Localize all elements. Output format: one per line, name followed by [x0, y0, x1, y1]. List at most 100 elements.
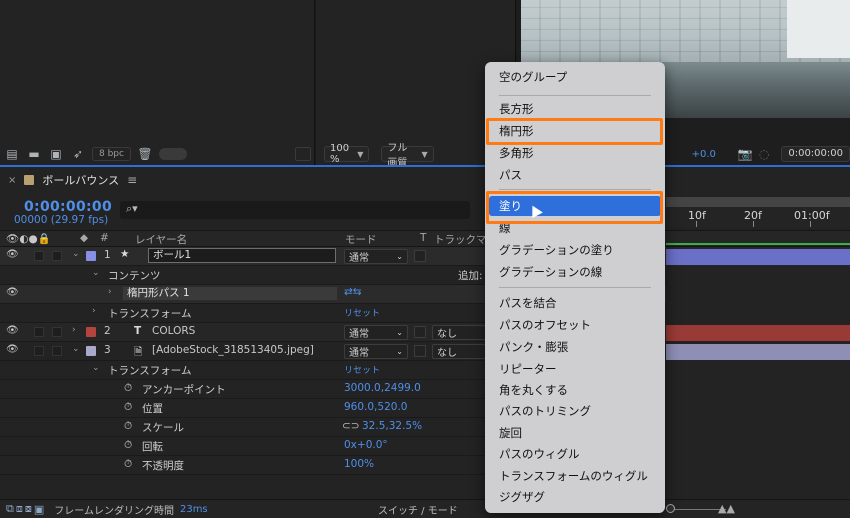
current-time-field[interactable]: 0:00:00:00 — [781, 146, 850, 162]
property-value[interactable]: 100% — [344, 458, 374, 470]
menu-item-wiggle-transform[interactable]: トランスフォームのウィグル — [485, 466, 665, 486]
layer-name-field[interactable]: ボール1 — [148, 248, 336, 263]
stopwatch-icon[interactable]: ⏱ — [124, 458, 132, 471]
chevron-down-icon[interactable]: ⌄ — [92, 363, 100, 373]
chevron-down-icon: ⌄ — [396, 347, 403, 356]
path-name-field[interactable]: 楕円形パス 1 — [122, 286, 338, 301]
zoom-select[interactable]: 100 % ▼ — [324, 143, 370, 165]
menu-item-repeater[interactable]: リピーター — [485, 359, 665, 379]
menu-item-rectangle[interactable]: 長方形 — [485, 99, 665, 119]
property-value[interactable]: 960.0,520.0 — [344, 401, 407, 413]
chevron-right-icon[interactable]: › — [108, 287, 112, 297]
property-value[interactable]: 32.5,32.5% — [362, 420, 422, 432]
preserve-transparency-switch[interactable] — [414, 326, 426, 338]
comp-flowchart-icon[interactable]: ⧉ — [6, 502, 14, 516]
lock-switch[interactable] — [52, 251, 62, 261]
resolution-select[interactable]: フル画質 ▼ — [381, 143, 434, 169]
layer-label-color[interactable] — [86, 346, 96, 356]
solo-switch[interactable] — [34, 327, 44, 337]
zoom-slider-handle[interactable] — [666, 504, 675, 513]
blend-mode-select[interactable]: 通常 ⌄ — [344, 325, 408, 340]
layer-duration-bar[interactable] — [666, 344, 850, 360]
layer-duration-bar[interactable] — [666, 325, 850, 341]
menu-item-polystar[interactable]: 多角形 — [485, 143, 665, 163]
lock-switch[interactable] — [52, 327, 62, 337]
eye-icon[interactable]: 👁 — [6, 325, 19, 336]
panel-menu-icon[interactable] — [295, 147, 311, 161]
snapshot-icon[interactable]: 📷 — [738, 147, 753, 161]
property-value[interactable]: 3000.0,2499.0 — [344, 382, 421, 394]
chevron-down-icon: ⌄ — [396, 328, 403, 337]
eye-icon[interactable]: 👁 — [6, 249, 19, 260]
menu-item-merge-paths[interactable]: パスを結合 — [485, 293, 665, 313]
menu-item-wiggle-paths[interactable]: パスのウィグル — [485, 444, 665, 464]
eye-icon[interactable]: 👁 — [6, 287, 19, 298]
menu-item-zig-zag[interactable]: ジグザグ — [485, 487, 665, 507]
current-timecode[interactable]: 0:00:00:00 — [24, 199, 112, 215]
trash-icon[interactable]: 🗑 — [137, 147, 153, 161]
chevron-down-icon[interactable]: ⌄ — [72, 249, 80, 259]
menu-item-empty-group[interactable]: 空のグループ — [485, 67, 665, 87]
menu-item-round-corners[interactable]: 角を丸くする — [485, 380, 665, 400]
constrain-proportions-icon[interactable]: ⊂⊃ — [342, 420, 360, 432]
preserve-transparency-switch[interactable] — [414, 345, 426, 357]
track-matte-select[interactable]: なし — [432, 344, 486, 359]
new-folder-icon[interactable]: ▬ — [26, 147, 42, 161]
add-label[interactable]: 追加: — [458, 268, 483, 283]
toggle-switches-modes-button[interactable]: スイッチ / モード — [378, 502, 458, 517]
column-mode[interactable]: モード — [345, 232, 377, 247]
preserve-transparency-switch[interactable] — [414, 250, 426, 262]
layer-name[interactable]: [AdobeStock_318513405.jpeg] — [152, 344, 314, 356]
exposure-value[interactable]: +0.0 — [692, 149, 716, 160]
chevron-right-icon[interactable]: › — [72, 325, 76, 335]
stopwatch-icon[interactable]: ⏱ — [124, 420, 132, 433]
menu-item-pucker-bloat[interactable]: パンク・膨張 — [485, 337, 665, 357]
menu-item-trim-paths[interactable]: パスのトリミング — [485, 401, 665, 421]
chevron-right-icon[interactable]: › — [92, 306, 96, 316]
stopwatch-icon[interactable]: ⏱ — [124, 382, 132, 395]
solo-switch[interactable] — [34, 346, 44, 356]
solo-switch[interactable] — [34, 251, 44, 261]
menu-item-path[interactable]: パス — [485, 165, 665, 185]
blend-mode-select[interactable]: 通常 ⌄ — [344, 344, 408, 359]
flowchart-toggle[interactable] — [158, 148, 187, 160]
property-value[interactable]: 0x+0.0° — [344, 439, 388, 451]
layer-search-input[interactable]: ⌕▾ — [120, 201, 470, 219]
chevron-down-icon[interactable]: ⌄ — [72, 344, 80, 354]
show-snapshot-icon[interactable]: ◌ — [759, 147, 769, 161]
bit-depth-button[interactable]: 8 bpc — [92, 147, 131, 161]
reset-link[interactable]: リセット — [344, 306, 380, 319]
layer-duration-bar[interactable] — [666, 249, 850, 265]
time-ruler[interactable]: 10f 20f 01:00f — [666, 197, 850, 227]
interpret-footage-icon[interactable]: ▤ — [4, 147, 20, 161]
menu-item-gradient-stroke[interactable]: グラデーションの線 — [485, 262, 665, 282]
transfer-controls-icon[interactable]: ⧇ — [25, 502, 32, 516]
close-icon[interactable]: × — [8, 175, 16, 186]
layer-label-color[interactable] — [86, 251, 96, 261]
new-composition-icon[interactable]: ▣ — [48, 147, 64, 161]
reset-link[interactable]: リセット — [344, 363, 380, 376]
label-icon[interactable]: ◆ — [80, 232, 88, 244]
work-area-bar[interactable] — [666, 197, 850, 207]
layer-switches-icon[interactable]: ⧈ — [16, 502, 23, 516]
timing-icon[interactable]: ▣ — [34, 503, 44, 516]
column-layer-name[interactable]: レイヤー名 — [135, 232, 187, 247]
composition-tab-title[interactable]: ボールバウンス — [42, 172, 119, 188]
blend-mode-select[interactable]: 通常 ⌄ — [344, 249, 408, 264]
av-switches-icon[interactable]: 👁◐●🔒 — [6, 232, 51, 245]
chevron-down-icon[interactable]: ⌄ — [92, 268, 100, 278]
panel-menu-icon[interactable]: ≡ — [127, 173, 137, 187]
stopwatch-icon[interactable]: ⏱ — [124, 439, 132, 452]
track-matte-select[interactable]: なし — [432, 325, 486, 340]
eye-icon[interactable]: 👁 — [6, 344, 19, 355]
render-queue-icon[interactable]: ➶ — [70, 147, 86, 161]
stopwatch-icon[interactable]: ⏱ — [124, 401, 132, 414]
zoom-in-icon[interactable]: ▲▲ — [718, 502, 735, 515]
menu-item-twist[interactable]: 旋回 — [485, 423, 665, 443]
layer-name[interactable]: COLORS — [152, 325, 195, 337]
menu-item-gradient-fill[interactable]: グラデーションの塗り — [485, 240, 665, 260]
lock-switch[interactable] — [52, 346, 62, 356]
layer-label-color[interactable] — [86, 327, 96, 337]
path-direction-icon[interactable]: ⇄⇆ — [344, 286, 362, 298]
menu-item-offset-paths[interactable]: パスのオフセット — [485, 315, 665, 335]
